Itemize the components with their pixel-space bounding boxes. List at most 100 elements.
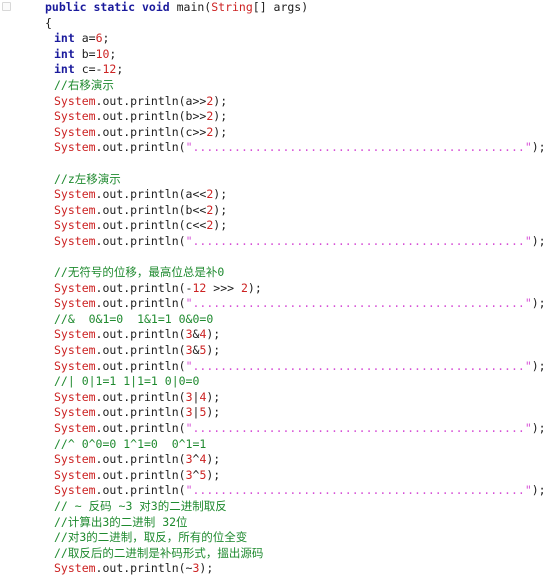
code-line[interactable]: //计算出3的二进制 32位: [0, 515, 556, 531]
code-token-cmt: // ~ 反码 ~3 对3的二进制取反: [54, 499, 227, 513]
code-token-num: 10: [95, 46, 110, 61]
code-token-plain: .out.println(c<<: [95, 218, 207, 233]
code-line[interactable]: //| 0|1=1 1|1=1 0|0=0: [0, 374, 556, 390]
code-token-num: 3: [185, 405, 193, 420]
code-token-num: 12: [102, 62, 117, 77]
code-token-cls: System: [54, 561, 96, 576]
code-token-plain: ;: [116, 62, 124, 77]
code-token-plain: .out.println(: [95, 358, 186, 373]
code-token-num: 2: [240, 280, 248, 295]
code-token-num: 3: [192, 561, 200, 576]
code-line[interactable]: int a=6;: [0, 31, 556, 47]
code-token-kw: static: [93, 0, 136, 14]
code-token-cls: System: [54, 296, 96, 311]
code-token-plain: .out.println(b<<: [95, 202, 207, 217]
code-token-plain: );: [213, 124, 228, 139]
code-line[interactable]: System.out.println(3^4);: [0, 452, 556, 468]
code-token-cmt: //右移演示: [54, 77, 114, 92]
code-token-cls: System: [54, 124, 96, 139]
code-token-cmt: //^ 0^0=0 1^1=0 0^1=1: [54, 436, 207, 451]
code-token-plain: );: [206, 452, 221, 467]
code-line[interactable]: System.out.println("....................…: [0, 234, 556, 250]
code-token-num: 3: [185, 343, 193, 358]
code-token-plain: .out.println(a<<: [95, 187, 207, 202]
code-token-plain: );: [531, 140, 546, 155]
code-line[interactable]: [0, 156, 556, 172]
code-line[interactable]: //z左移演示: [0, 172, 556, 188]
code-token-plain: );: [247, 280, 262, 295]
code-token-plain: .out.println(: [95, 233, 186, 248]
code-token-plain: );: [206, 343, 221, 358]
code-line[interactable]: System.out.println(~3);: [0, 561, 556, 577]
code-editor-view[interactable]: public static void main(String[] args){i…: [0, 0, 556, 575]
code-line[interactable]: System.out.println(3|4);: [0, 390, 556, 406]
code-line[interactable]: int b=10;: [0, 47, 556, 63]
code-token-plain: );: [206, 405, 221, 420]
code-line-list: public static void main(String[] args){i…: [0, 0, 556, 577]
code-line[interactable]: System.out.println(3&5);: [0, 343, 556, 359]
code-token-num: 3: [185, 467, 193, 482]
code-token-cls: System: [54, 218, 96, 233]
code-token-plain: .out.println(: [95, 467, 186, 482]
code-token-plain: c=-: [74, 62, 103, 77]
code-token-plain: .out.println(: [95, 140, 186, 155]
code-line[interactable]: //& 0&1=0 1&1=1 0&0=0: [0, 312, 556, 328]
code-token-cmt: //计算出3的二进制 32位: [54, 514, 188, 529]
code-token-plain: );: [206, 467, 221, 482]
code-line[interactable]: //对3的二进制，取反，所有的位全变: [0, 530, 556, 546]
code-token-plain: );: [206, 327, 221, 342]
code-line[interactable]: int c=-12;: [0, 62, 556, 78]
code-token-num: 3: [185, 327, 193, 342]
code-token-kw: public: [45, 0, 87, 14]
code-token-kw: void: [141, 0, 170, 14]
code-token-num: 3: [185, 389, 193, 404]
code-line[interactable]: System.out.println(3&4);: [0, 327, 556, 343]
code-token-cls: System: [54, 405, 96, 420]
code-line[interactable]: System.out.println(-12 >>> 2);: [0, 281, 556, 297]
code-token-plain: );: [531, 483, 546, 498]
code-line[interactable]: {: [0, 16, 556, 32]
code-line[interactable]: System.out.println(3|5);: [0, 405, 556, 421]
code-token-plain: .out.println(a>>: [95, 93, 207, 108]
code-line[interactable]: // ~ 反码 ~3 对3的二进制取反: [0, 499, 556, 515]
code-line[interactable]: System.out.println(3^5);: [0, 468, 556, 484]
code-token-plain: );: [206, 389, 221, 404]
code-token-cls: System: [54, 140, 96, 155]
code-token-plain: .out.println(: [95, 452, 186, 467]
code-line[interactable]: System.out.println("....................…: [0, 140, 556, 156]
code-line[interactable]: [0, 250, 556, 266]
code-line[interactable]: System.out.println(b>>2);: [0, 109, 556, 125]
code-token-plain: .out.println(-: [95, 280, 193, 295]
code-token-str: ".......................................…: [185, 358, 532, 373]
code-token-cmt: //z左移演示: [54, 171, 121, 186]
code-token-cmt: //对3的二进制，取反，所有的位全变: [54, 530, 248, 545]
code-line[interactable]: System.out.println("....................…: [0, 359, 556, 375]
code-line[interactable]: //^ 0^0=0 1^1=0 0^1=1: [0, 437, 556, 453]
code-line[interactable]: System.out.println("....................…: [0, 421, 556, 437]
code-token-plain: .out.println(b>>: [95, 109, 207, 124]
code-token-cls: System: [54, 358, 96, 373]
code-token-plain: .out.println(: [95, 296, 186, 311]
code-line[interactable]: public static void main(String[] args): [0, 0, 556, 16]
code-line[interactable]: //右移演示: [0, 78, 556, 94]
code-token-cls: System: [54, 452, 96, 467]
code-line[interactable]: System.out.println(c<<2);: [0, 218, 556, 234]
code-line[interactable]: System.out.println(b<<2);: [0, 203, 556, 219]
code-token-plain: [] args): [252, 0, 309, 14]
code-token-cls: System: [54, 327, 96, 342]
code-line[interactable]: System.out.println("....................…: [0, 296, 556, 312]
code-line[interactable]: //取反后的二进制是补码形式，搵出源码: [0, 546, 556, 562]
code-token-kw: int: [54, 31, 75, 46]
code-token-num: 12: [192, 280, 207, 295]
code-token-str: ".......................................…: [185, 421, 532, 436]
code-token-plain: );: [531, 421, 546, 436]
code-token-plain: );: [199, 561, 214, 576]
code-token-cls: System: [54, 109, 96, 124]
code-line[interactable]: System.out.println(a<<2);: [0, 187, 556, 203]
code-token-cmt: //取反后的二进制是补码形式，搵出源码: [54, 545, 264, 560]
code-line[interactable]: System.out.println("....................…: [0, 483, 556, 499]
code-line[interactable]: //无符号的位移，最高位总是补0: [0, 265, 556, 281]
code-line[interactable]: System.out.println(a>>2);: [0, 94, 556, 110]
code-line[interactable]: System.out.println(c>>2);: [0, 125, 556, 141]
code-token-str: ".......................................…: [185, 296, 532, 311]
